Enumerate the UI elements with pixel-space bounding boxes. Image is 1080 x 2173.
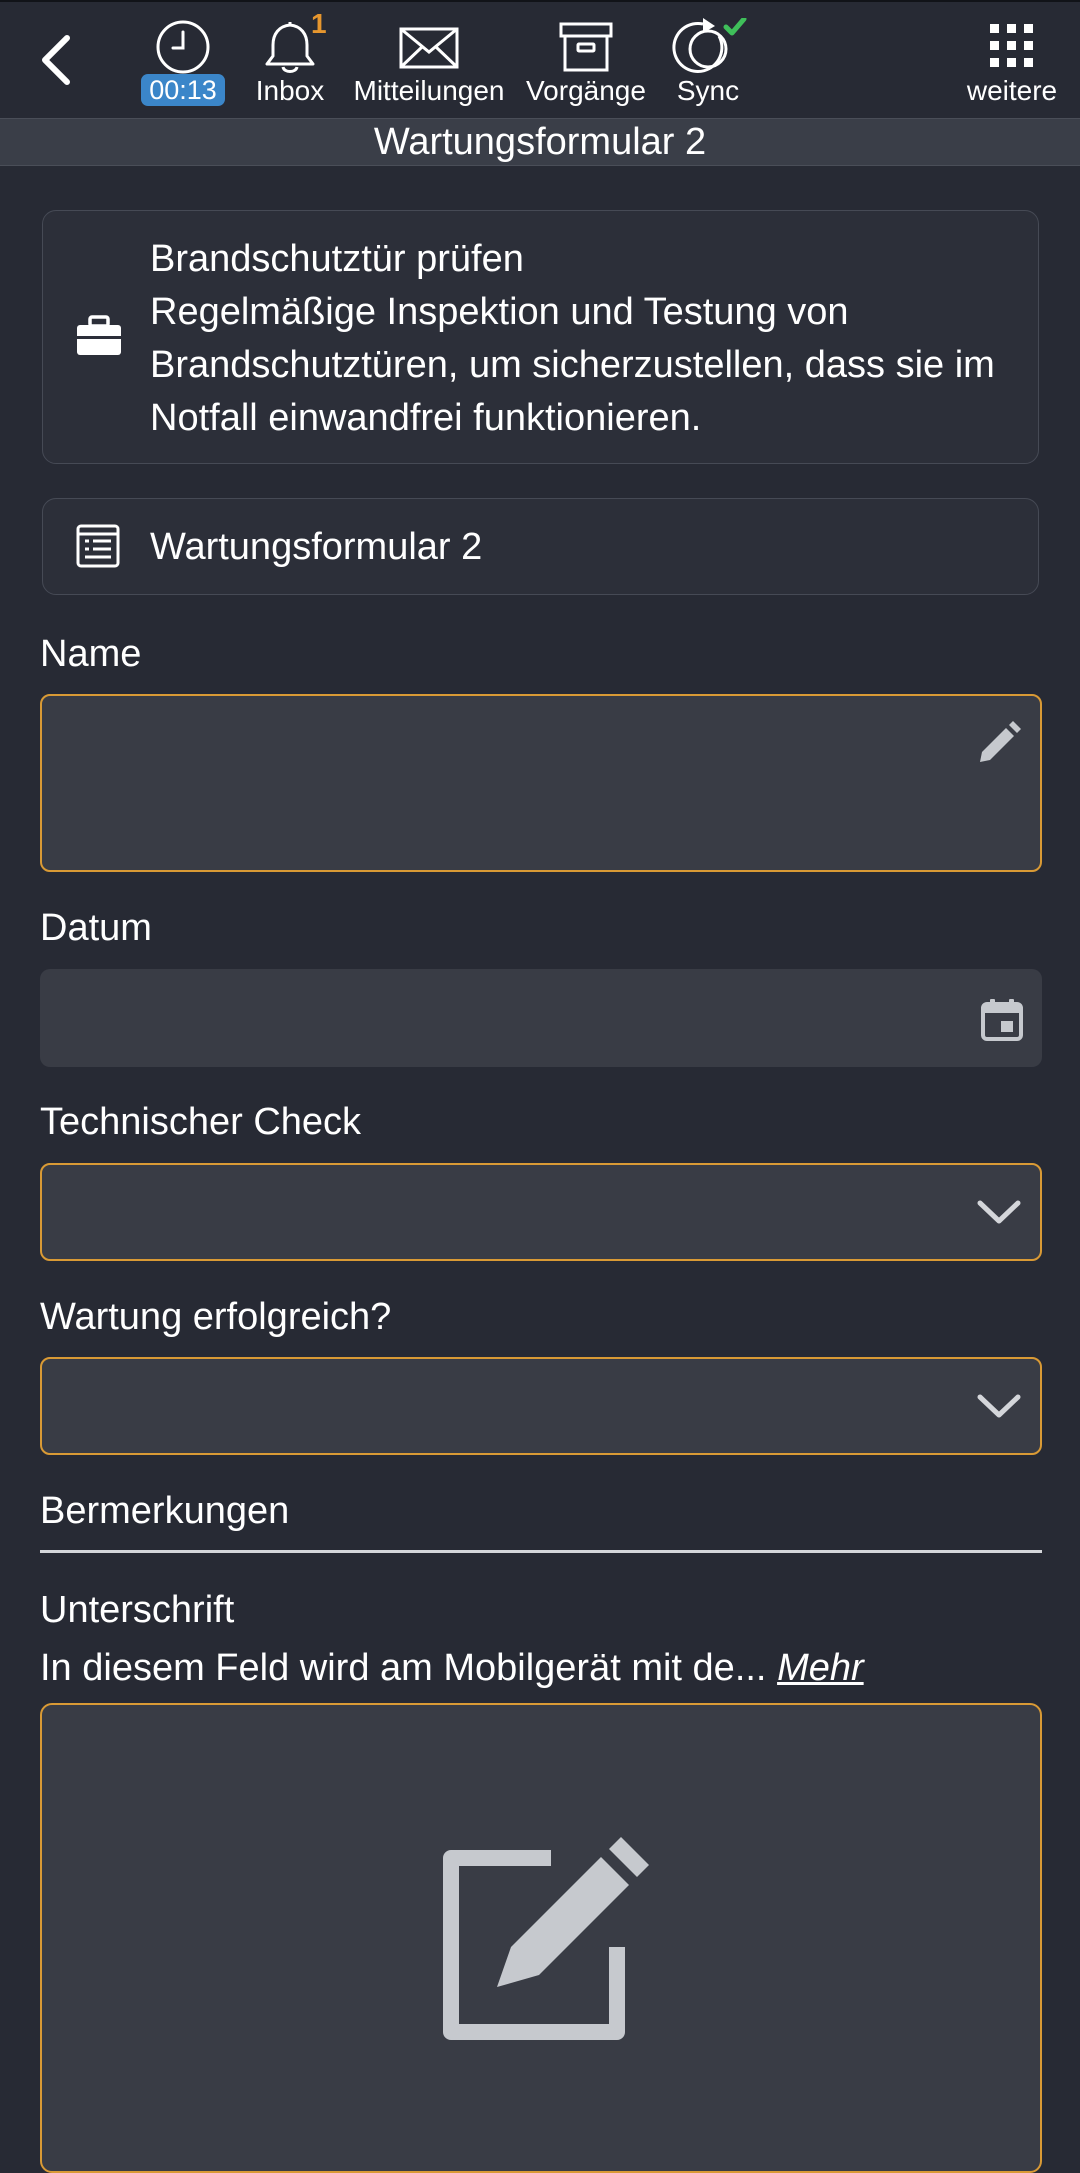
- grid-dots-icon: [990, 24, 1033, 67]
- top-toolbar: 00:13 1 Inbox Mitteilungen Vorgänge Sync…: [0, 0, 1080, 118]
- form-document-icon: [76, 524, 120, 568]
- chevron-left-icon: [42, 35, 70, 85]
- date-input[interactable]: [40, 969, 1042, 1067]
- maintenance-success-select[interactable]: [40, 1357, 1042, 1455]
- edit-signature-icon: [443, 1837, 649, 2040]
- signature-more-link[interactable]: Mehr: [777, 1647, 864, 1689]
- sync-label: Sync: [676, 75, 740, 106]
- form-name: Wartungsformular 2: [150, 526, 483, 568]
- page-title: Wartungsformular 2: [0, 118, 1080, 166]
- tech-check-label: Technischer Check: [40, 1101, 362, 1143]
- pencil-icon: [980, 721, 1021, 762]
- name-label: Name: [40, 633, 142, 675]
- signature-hint-text: In diesem Feld wird am Mobilgerät mit de…: [40, 1647, 767, 1689]
- tech-check-select[interactable]: [40, 1163, 1042, 1261]
- more-label: weitere: [966, 75, 1058, 106]
- signature-pad[interactable]: [40, 1703, 1042, 2173]
- maintenance-success-label: Wartung erfolgreich?: [40, 1296, 392, 1338]
- inbox-count-badge: 1: [311, 8, 327, 39]
- check-icon: [723, 18, 747, 36]
- briefcase-icon: [77, 315, 121, 355]
- archive-box-icon: [559, 22, 613, 72]
- clock-icon: [156, 20, 210, 74]
- envelope-icon: [399, 27, 459, 69]
- messages-label: Mitteilungen: [353, 75, 505, 106]
- form-card[interactable]: Wartungsformular 2: [42, 498, 1039, 595]
- task-title: Brandschutztür prüfen: [150, 238, 524, 280]
- task-description: Regelmäßige Inspektion und Testung von B…: [150, 291, 995, 439]
- section-divider: [40, 1550, 1042, 1553]
- chevron-down-icon: [977, 1200, 1021, 1224]
- messages-button[interactable]: Mitteilungen: [344, 16, 514, 112]
- back-button[interactable]: [20, 20, 90, 100]
- sync-button[interactable]: Sync: [623, 16, 793, 112]
- signature-hint: In diesem Feld wird am Mobilgerät mit de…: [40, 1645, 864, 1691]
- chevron-down-icon: [977, 1394, 1021, 1418]
- task-card[interactable]: Brandschutztür prüfen Regelmäßige Inspek…: [42, 210, 1039, 464]
- more-button[interactable]: weitere: [927, 16, 1080, 112]
- signature-label: Unterschrift: [40, 1589, 235, 1631]
- name-input[interactable]: [40, 694, 1042, 872]
- sync-icon: [672, 18, 747, 73]
- calendar-icon: [981, 999, 1023, 1041]
- date-label: Datum: [40, 907, 152, 949]
- remarks-label: Bermerkungen: [40, 1490, 290, 1532]
